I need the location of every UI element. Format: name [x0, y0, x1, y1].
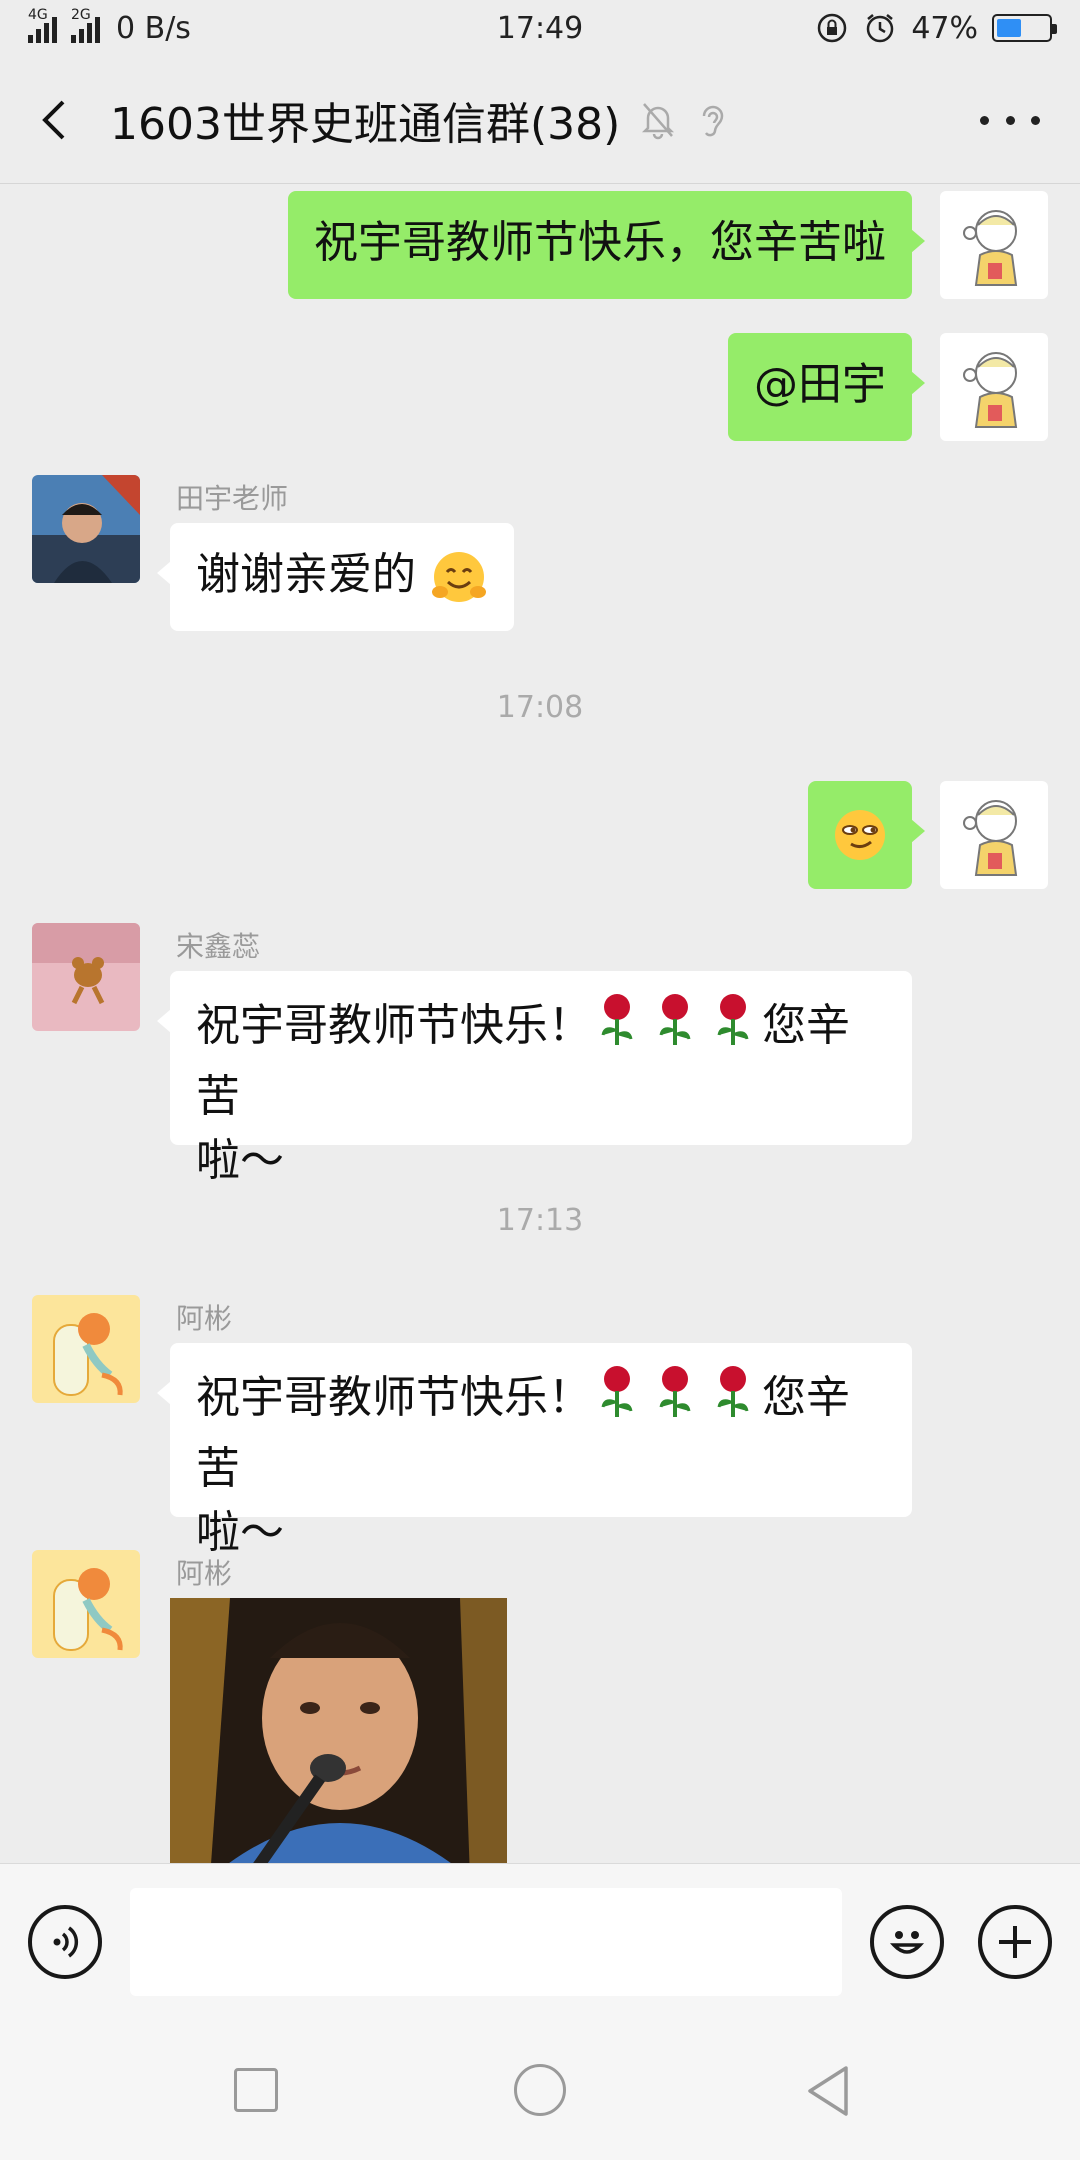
avatar-self[interactable]	[940, 781, 1048, 889]
message-bubble-self[interactable]: 祝宇哥教师节快乐，您辛苦啦	[288, 191, 925, 299]
avatar-self-image	[963, 352, 1018, 428]
emoji-button[interactable]	[870, 1905, 944, 1979]
photo-man-with-microphone	[170, 1598, 507, 1863]
emoji-icon	[889, 1931, 925, 1954]
home-button[interactable]	[514, 2064, 566, 2116]
message-line: 祝宇哥教师节快乐！ 您辛苦	[196, 1363, 886, 1501]
message-list[interactable]: 祝宇哥教师节快乐，您辛苦啦 @田宇 田宇老师 谢谢亲爱的 17:08 宋鑫蕊 祝…	[0, 185, 1080, 1863]
avatar-sender[interactable]	[32, 923, 140, 1031]
message-text: 祝宇哥教师节快乐！	[196, 1000, 592, 1051]
message-text: 祝宇哥教师节快乐，您辛苦啦	[314, 217, 886, 268]
message-line: 祝宇哥教师节快乐！ 您辛苦	[196, 991, 886, 1129]
smirk-emoji-icon	[835, 810, 885, 860]
voice-icon	[53, 1926, 79, 1958]
signal-2-icon: 2G	[71, 7, 100, 43]
voice-button[interactable]	[28, 1905, 102, 1979]
network-speed: 0 B/s	[116, 10, 191, 46]
message-text: @田宇	[754, 359, 886, 410]
timestamp: 17:13	[496, 1203, 584, 1238]
message-image[interactable]	[170, 1598, 507, 1863]
sender-name: 阿彬	[176, 1557, 233, 1590]
message-text: 啦～	[196, 1135, 284, 1186]
bell-off-icon	[642, 102, 675, 139]
message-bubble-self[interactable]	[808, 781, 925, 889]
lock-rotation-icon	[818, 13, 847, 43]
chevron-left-icon	[42, 100, 65, 139]
battery-percent: 47%	[911, 10, 978, 46]
network-type-1: 4G	[28, 7, 48, 23]
status-bar: 4G 2G 0 B/s 17:49 47%	[0, 0, 1080, 56]
chat-header: 1603世界史班通信群(38)	[0, 56, 1080, 184]
recent-apps-button[interactable]	[234, 2068, 278, 2112]
chat-title: 1603世界史班通信群(38)	[110, 98, 621, 150]
message-text: 祝宇哥教师节快乐！	[196, 1372, 592, 1423]
rose-emoji-group	[592, 991, 762, 1065]
back-triangle-icon[interactable]	[804, 2064, 852, 2118]
sender-name: 宋鑫蕊	[176, 930, 261, 963]
message-bubble-self[interactable]: @田宇	[728, 333, 925, 441]
status-right: 47%	[815, 10, 1057, 46]
more-icon	[980, 115, 989, 125]
system-nav-bar	[0, 2020, 1080, 2160]
message-text: 谢谢亲爱的	[196, 549, 416, 600]
rose-emoji-icon	[601, 994, 749, 1045]
avatar-cartoon-mouse	[32, 923, 140, 1031]
status-left: 4G 2G 0 B/s	[28, 7, 191, 46]
add-button[interactable]	[978, 1905, 1052, 1979]
avatar-photo	[32, 475, 140, 583]
sender-name: 田宇老师	[176, 482, 289, 515]
hugging-face-emoji-icon	[432, 552, 486, 602]
avatar-self[interactable]	[940, 333, 1048, 441]
message-bubble-other[interactable]: 谢谢亲爱的	[157, 523, 514, 631]
message-input[interactable]	[130, 1888, 842, 1996]
avatar-cartoon-cat	[32, 1295, 140, 1403]
avatar-self-image	[963, 800, 1018, 876]
battery-icon	[992, 14, 1057, 42]
avatar-self[interactable]	[940, 191, 1048, 299]
rose-emoji-group	[592, 1363, 762, 1437]
avatar-sender[interactable]	[32, 1550, 140, 1658]
chat-status-icons	[640, 100, 728, 140]
avatar-sender[interactable]	[32, 1295, 140, 1403]
avatar-cartoon-cat	[32, 1550, 140, 1658]
message-bubble-other[interactable]: 祝宇哥教师节快乐！ 您辛苦 啦～	[157, 971, 912, 1186]
battery-fill	[997, 19, 1021, 37]
avatar-sender[interactable]	[32, 475, 140, 583]
message-bubble-other[interactable]: 祝宇哥教师节快乐！ 您辛苦 啦～	[157, 1343, 912, 1558]
more-button[interactable]	[980, 96, 1040, 144]
network-type-2: 2G	[71, 7, 91, 23]
back-button[interactable]	[0, 56, 110, 184]
rose-emoji-icon	[601, 1366, 749, 1417]
alarm-icon	[867, 14, 894, 43]
signal-1-icon: 4G	[28, 7, 57, 43]
avatar-self-image	[963, 210, 1018, 286]
timestamp: 17:08	[496, 690, 584, 725]
sender-name: 阿彬	[176, 1302, 233, 1335]
input-bar	[0, 1863, 1080, 2020]
plus-icon	[999, 1926, 1031, 1958]
ear-icon	[703, 105, 724, 136]
message-text: 啦～	[196, 1507, 284, 1558]
